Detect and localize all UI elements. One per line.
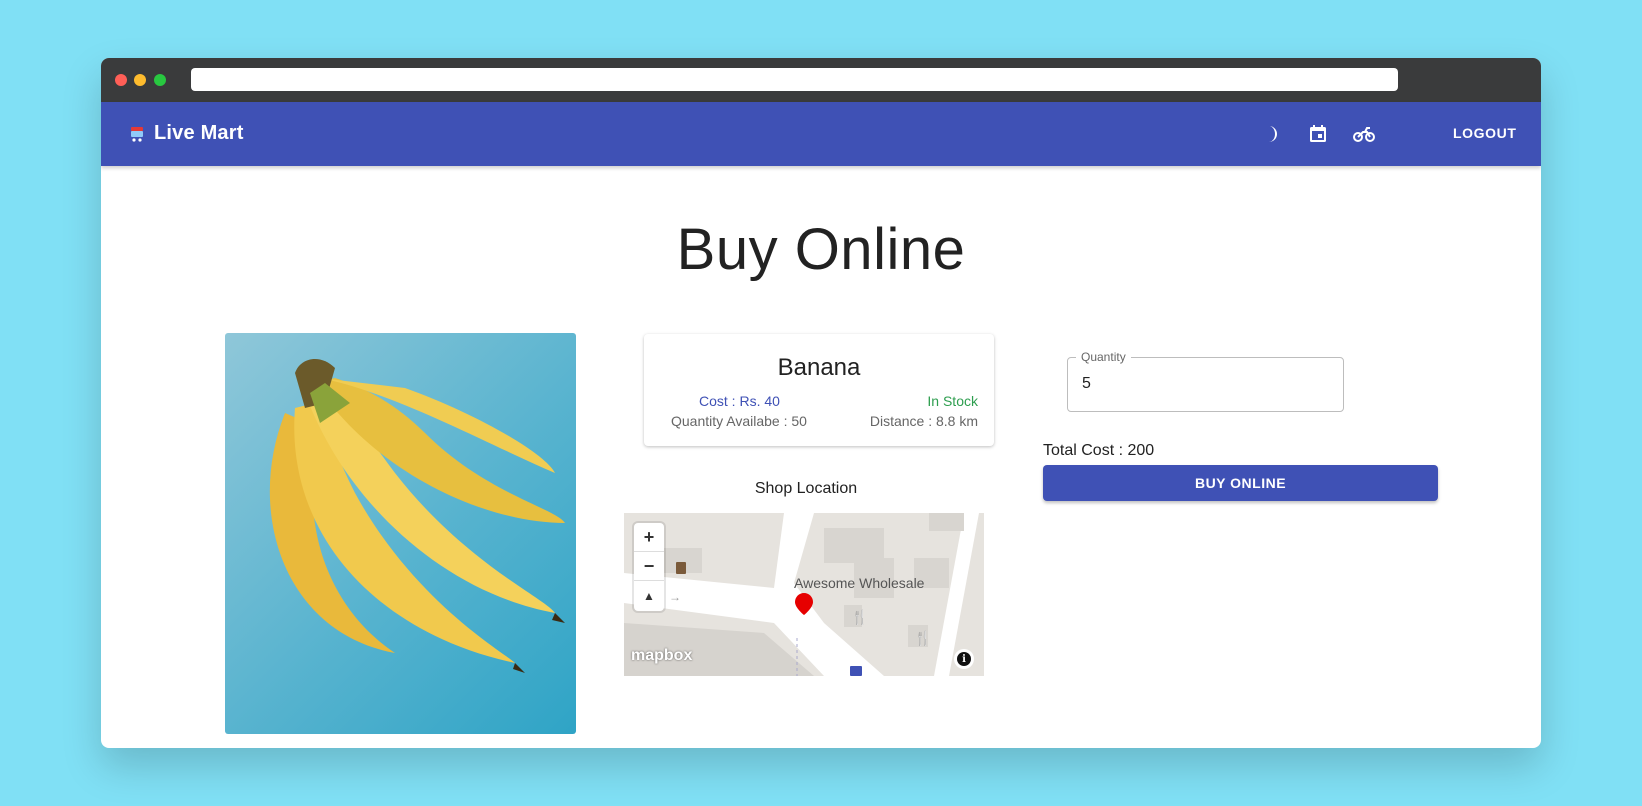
svg-text:🍴: 🍴: [914, 630, 931, 647]
product-card: Banana Cost : Rs. 40 In Stock Quantity A…: [644, 334, 994, 446]
moon-icon[interactable]: [1258, 120, 1286, 148]
app-bar: Live Mart LOGOUT: [101, 102, 1541, 166]
logout-button[interactable]: LOGOUT: [1453, 125, 1516, 141]
shop-map[interactable]: 🍴 🍴 → + − ▲ Awesome Wholesale mapbox i: [624, 513, 984, 676]
calendar-icon[interactable]: [1304, 120, 1332, 148]
close-window-button[interactable]: [115, 74, 127, 86]
motorbike-icon[interactable]: [1350, 120, 1378, 148]
maximize-window-button[interactable]: [154, 74, 166, 86]
quantity-input[interactable]: [1082, 375, 1322, 393]
address-bar[interactable]: [191, 68, 1398, 91]
compass-button[interactable]: ▲: [634, 581, 664, 610]
quantity-available: Quantity Availabe : 50: [671, 413, 807, 429]
shopping-cart-logo-icon: [128, 125, 146, 143]
stock-status: In Stock: [927, 393, 978, 409]
browser-window: Live Mart LOGOUT Buy Online Banana Cost …: [101, 58, 1541, 748]
map-info-icon[interactable]: i: [954, 649, 974, 669]
quantity-label: Quantity: [1076, 350, 1131, 364]
shop-location-heading: Shop Location: [754, 480, 858, 497]
total-cost: Total Cost : 200: [1043, 442, 1155, 459]
buy-online-button[interactable]: BUY ONLINE: [1043, 465, 1438, 501]
product-image: [225, 333, 576, 734]
mapbox-logo[interactable]: mapbox: [631, 647, 692, 665]
browser-chrome: [101, 58, 1541, 102]
zoom-out-button[interactable]: −: [634, 552, 664, 581]
minimize-window-button[interactable]: [134, 74, 146, 86]
product-name: Banana: [777, 354, 861, 381]
svg-text:→: →: [669, 590, 681, 604]
brand[interactable]: Live Mart: [128, 122, 244, 145]
shop-distance: Distance : 8.8 km: [869, 413, 978, 429]
zoom-in-button[interactable]: +: [634, 523, 664, 552]
svg-text:🍴: 🍴: [851, 609, 868, 626]
quantity-field[interactable]: Quantity: [1067, 350, 1344, 412]
map-info-glyph: i: [957, 652, 971, 666]
shop-map-label: Awesome Wholesale: [794, 575, 925, 591]
brand-name: Live Mart: [154, 122, 244, 144]
product-cost: Cost : Rs. 40: [699, 393, 780, 409]
page-title: Buy Online: [676, 217, 966, 282]
map-pin-icon[interactable]: [795, 593, 813, 620]
map-controls: + − ▲: [634, 523, 664, 611]
